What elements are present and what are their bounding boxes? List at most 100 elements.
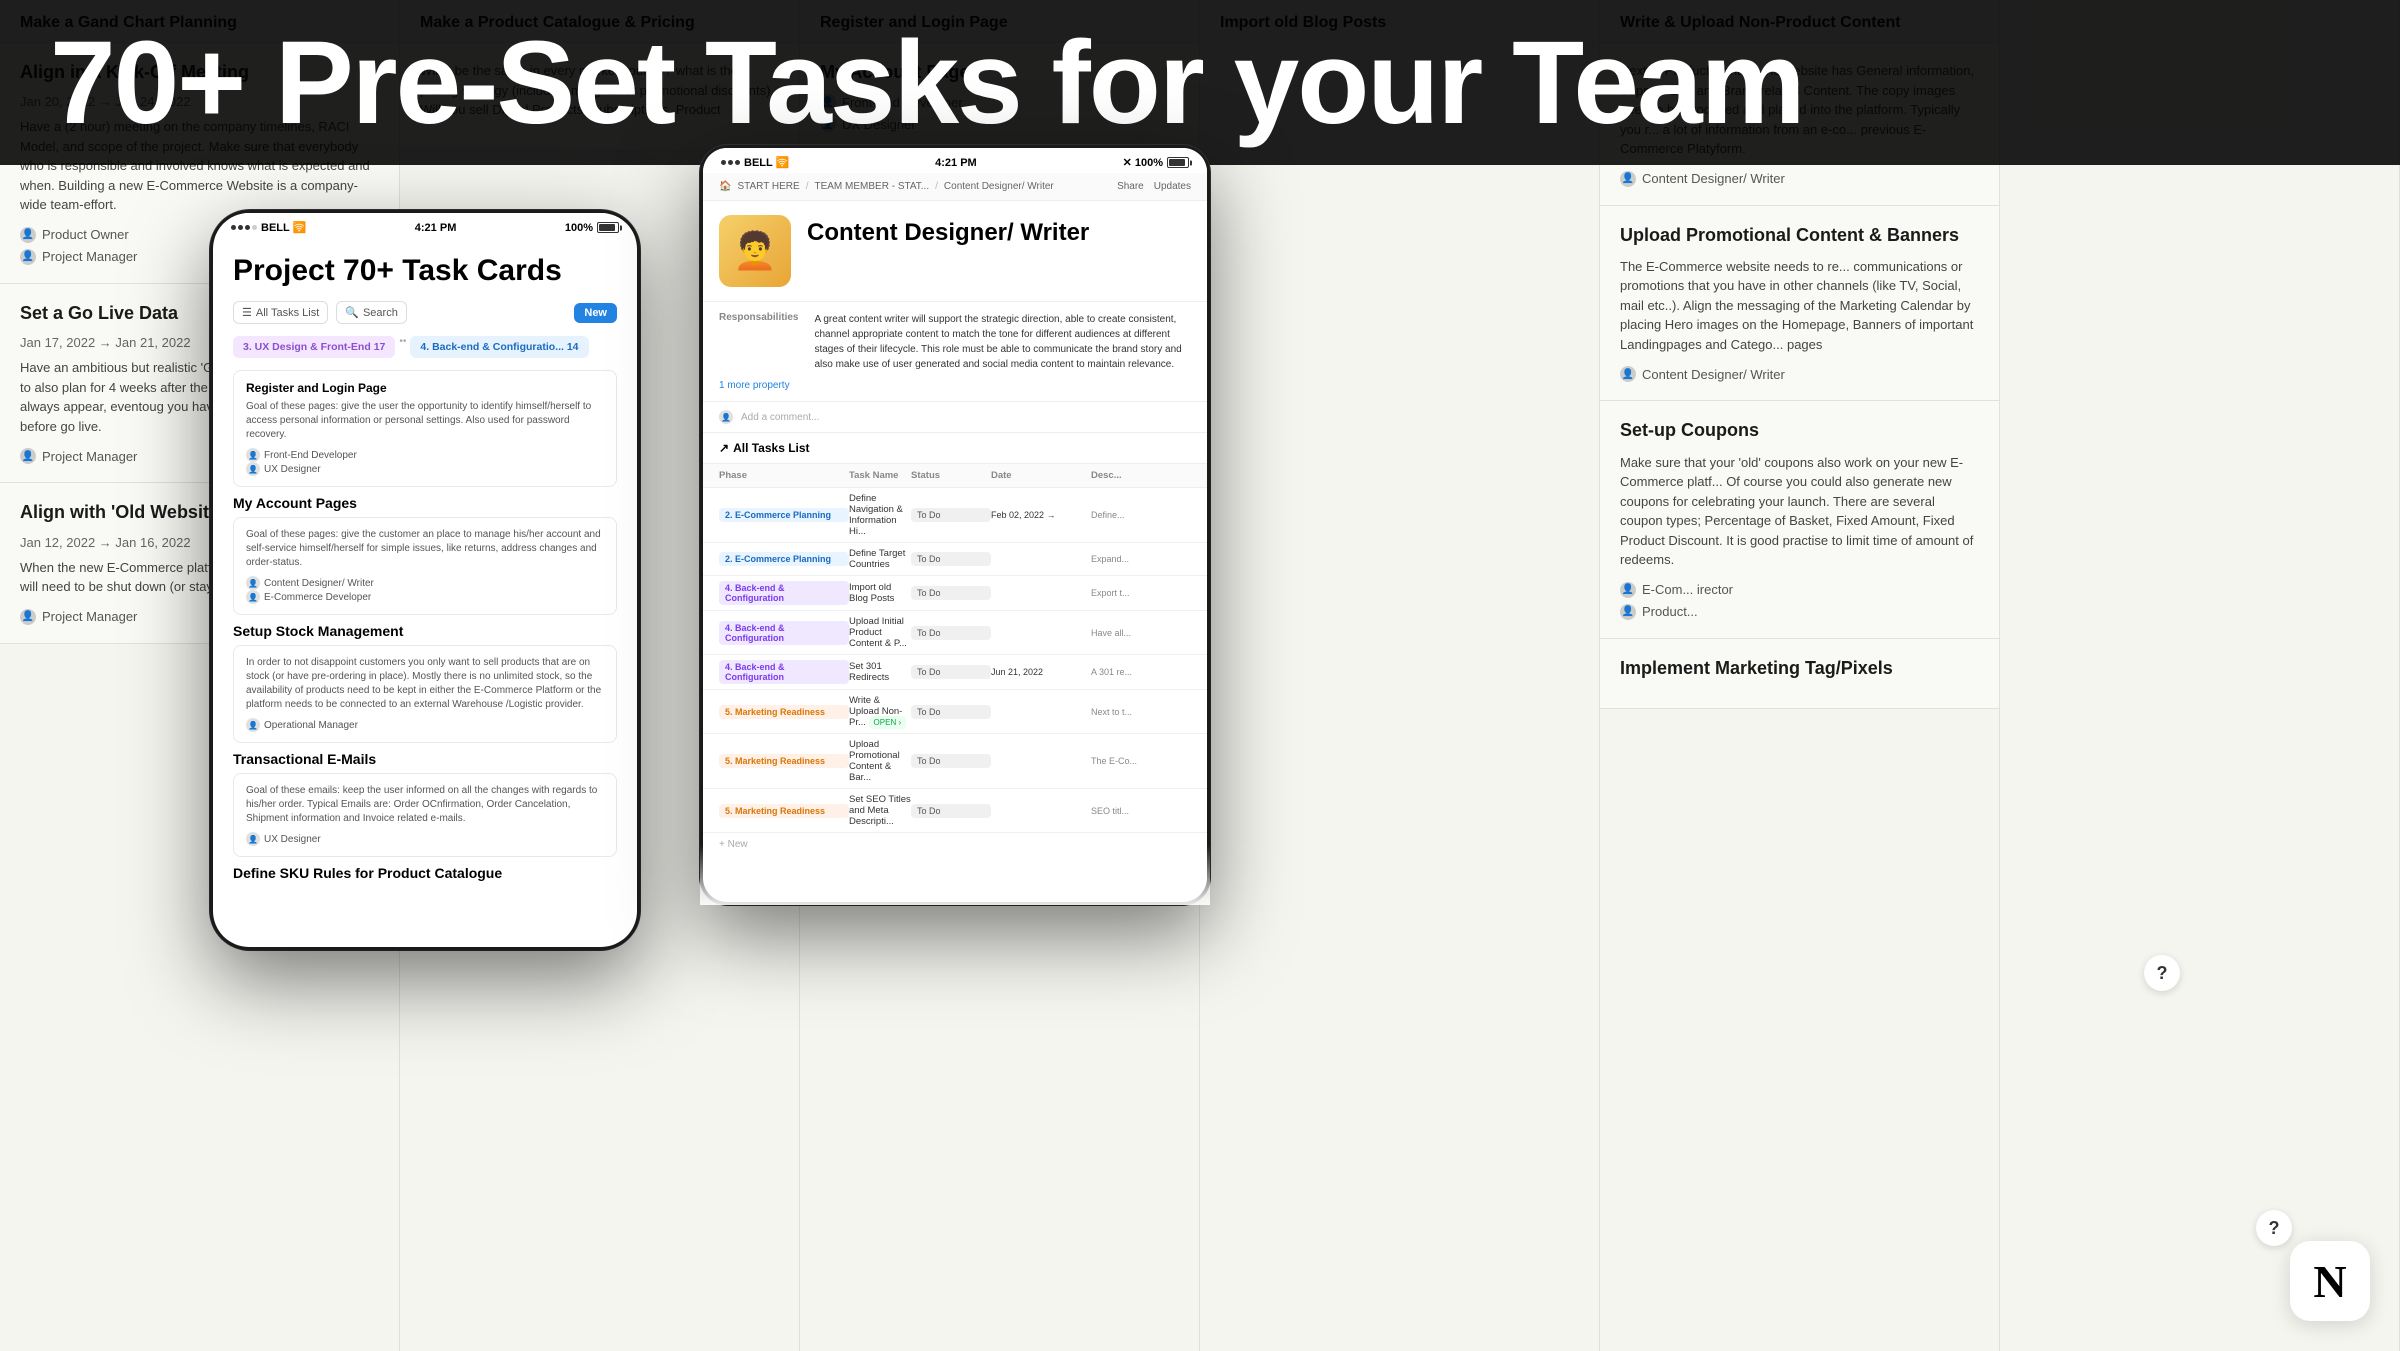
list-view-toggle[interactable]: ☰ All Tasks List <box>233 301 328 324</box>
status-badge: To Do <box>911 705 991 719</box>
table-row-2[interactable]: 4. Back-end & Configuration Import old B… <box>703 576 1207 611</box>
resp-text: A great content writer will support the … <box>814 312 1191 372</box>
assignee-row-2: 👤 E-Commerce Developer <box>246 590 604 604</box>
status-bar-right: BELL 🛜 4:21 PM ✕ 100% <box>703 148 1207 173</box>
avatar-icon: 👤 <box>246 576 260 590</box>
time-label: 4:21 PM <box>935 157 977 169</box>
task-name: Write & Upload Non-Pr... OPEN › <box>849 695 911 728</box>
signal-dots <box>231 225 257 230</box>
status-badge: To Do <box>911 552 991 566</box>
date: Jun 21, 2022 <box>991 667 1091 677</box>
table-row-3[interactable]: 4. Back-end & Configuration Upload Initi… <box>703 611 1207 655</box>
tab-ux-count: 17 <box>374 341 386 353</box>
signal-dots <box>721 160 740 165</box>
tab-ux-design[interactable]: 3. UX Design & Front-End 17 <box>233 336 395 358</box>
table-row-1[interactable]: 2. E-Commerce Planning Define Target Cou… <box>703 543 1207 576</box>
question-mark-badge-2: ? <box>2256 1210 2292 1246</box>
person-icon: 👤 <box>20 609 36 625</box>
tab-ux-label: 3. UX Design & Front-End <box>243 341 371 353</box>
resp-label-text: Responsabilities <box>719 312 798 323</box>
more-property-link[interactable]: 1 more property <box>719 380 1191 391</box>
tasks-list-header: ↗ All Tasks List <box>703 433 1207 464</box>
updates-button[interactable]: Updates <box>1154 181 1191 192</box>
assignee-row-1: 👤 Operational Manager <box>246 718 604 732</box>
status-bar-left: BELL 🛜 4:21 PM 100% <box>213 213 637 238</box>
avatar-icon: 👤 <box>246 718 260 732</box>
desc: Expand... <box>1091 554 1191 564</box>
status-badge: To Do <box>911 665 991 679</box>
card-assignee: 👤 Content Designer/ Writer <box>1620 171 1979 187</box>
table-row-4[interactable]: 4. Back-end & Configuration Set 301 Redi… <box>703 655 1207 690</box>
left-phone-inner: Project 70+ Task Cards ☰ All Tasks List … <box>213 238 637 947</box>
assignee-1: UX Designer <box>264 834 321 845</box>
search-icon: 🔍 <box>345 306 359 319</box>
avatar-icon: 👤 <box>246 832 260 846</box>
resp-row: Responsabilities A great content writer … <box>719 312 1191 372</box>
card-assignee-2: 👤 Product... <box>1620 604 1979 620</box>
column-5: Write & Upload Non-Product Content Next … <box>1600 0 2000 1351</box>
comment-area: 👤 Add a comment... <box>703 402 1207 433</box>
table-row-0[interactable]: 2. E-Commerce Planning Define Navigation… <box>703 488 1207 543</box>
trans-email-section-label: Transactional E-Mails <box>233 751 617 767</box>
col-status-header: Status <box>911 470 991 481</box>
card-text: The E-Commerce website needs to re... co… <box>1620 257 1979 355</box>
tab-be-count: 14 <box>567 341 579 353</box>
main-headline: 70+ Pre-Set Tasks for your Team <box>50 24 1804 142</box>
resp-label: Responsabilities <box>719 312 798 327</box>
status-right: 100% <box>565 222 619 234</box>
status-badge: To Do <box>911 754 991 768</box>
percent-label: 100% <box>565 222 593 234</box>
right-device-mockup: BELL 🛜 4:21 PM ✕ 100% 🏠 START HERE / TEA… <box>700 145 1210 905</box>
card-title: Implement Marketing Tag/Pixels <box>1620 657 1979 680</box>
status-right: ✕ 100% <box>1123 156 1189 169</box>
status-badge: To Do <box>911 804 991 818</box>
breadcrumb-sep-1: / <box>806 181 809 192</box>
phase-badge: 2. E-Commerce Planning <box>719 508 849 522</box>
signal-dot-1 <box>721 160 726 165</box>
card-assignee: 👤 E-Com... irector <box>1620 582 1979 598</box>
responsibilities-section: Responsabilities A great content writer … <box>703 302 1207 402</box>
col-phase-header: Phase <box>719 470 849 481</box>
phone-screen-left: BELL 🛜 4:21 PM 100% Project 70+ Task Car… <box>213 213 637 947</box>
role-info: Content Designer/ Writer <box>807 215 1089 247</box>
status-left: BELL 🛜 <box>231 221 306 234</box>
phase-badge: 4. Back-end & Configuration <box>719 621 849 645</box>
share-button[interactable]: Share <box>1117 181 1144 192</box>
device-screen-right: BELL 🛜 4:21 PM ✕ 100% 🏠 START HERE / TEA… <box>703 148 1207 902</box>
notion-badge[interactable]: N <box>2290 1241 2370 1321</box>
tab-backend[interactable]: 4. Back-end & Configuratio... 14 <box>410 336 588 358</box>
desc: Export t... <box>1091 588 1191 598</box>
phone-toolbar: ☰ All Tasks List 🔍 Search New <box>233 301 617 324</box>
comment-placeholder[interactable]: Add a comment... <box>741 412 819 423</box>
search-box[interactable]: 🔍 Search <box>336 301 407 324</box>
phone-task-register: Register and Login Page Goal of these pa… <box>233 370 617 487</box>
bg-card-5-2: Upload Promotional Content & Banners The… <box>1600 206 1999 402</box>
new-button[interactable]: New <box>574 303 617 323</box>
table-row-5[interactable]: 5. Marketing Readiness Write & Upload No… <box>703 690 1207 734</box>
breadcrumb-item-1[interactable]: START HERE <box>737 181 799 192</box>
col-task-header: Task Name <box>849 470 911 481</box>
card-assignee: 👤 Content Designer/ Writer <box>1620 366 1979 382</box>
stock-section-label: Setup Stock Management <box>233 623 617 639</box>
phone-task-email: Goal of these emails: keep the user info… <box>233 773 617 857</box>
breadcrumb-item-2[interactable]: TEAM MEMBER - STAT... <box>814 181 929 192</box>
person-icon: 👤 <box>1620 582 1636 598</box>
assignee-row-1: 👤 Content Designer/ Writer <box>246 576 604 590</box>
role-title: Content Designer/ Writer <box>807 219 1089 247</box>
table-row-7[interactable]: 5. Marketing Readiness Set SEO Titles an… <box>703 789 1207 833</box>
battery-fill <box>599 224 615 231</box>
task-text: Goal of these emails: keep the user info… <box>246 784 604 826</box>
date: Feb 02, 2022 → <box>991 510 1091 520</box>
person-icon: 👤 <box>20 227 36 243</box>
assignee-2: UX Designer <box>264 464 321 475</box>
desc: Define... <box>1091 510 1191 520</box>
table-row-6[interactable]: 5. Marketing Readiness Upload Promotiona… <box>703 734 1207 789</box>
status-badge: To Do <box>911 586 991 600</box>
breadcrumb: 🏠 START HERE / TEAM MEMBER - STAT... / C… <box>703 173 1207 201</box>
bg-card-5-3: Set-up Coupons Make sure that your 'old'… <box>1600 401 1999 638</box>
question-mark-badge-1: ? <box>2144 955 2180 991</box>
task-text: Goal of these pages: give the user the o… <box>246 400 604 442</box>
headline-overlay: 70+ Pre-Set Tasks for your Team <box>0 0 2400 165</box>
person-icon: 👤 <box>20 448 36 464</box>
task-name: Set 301 Redirects <box>849 661 911 683</box>
